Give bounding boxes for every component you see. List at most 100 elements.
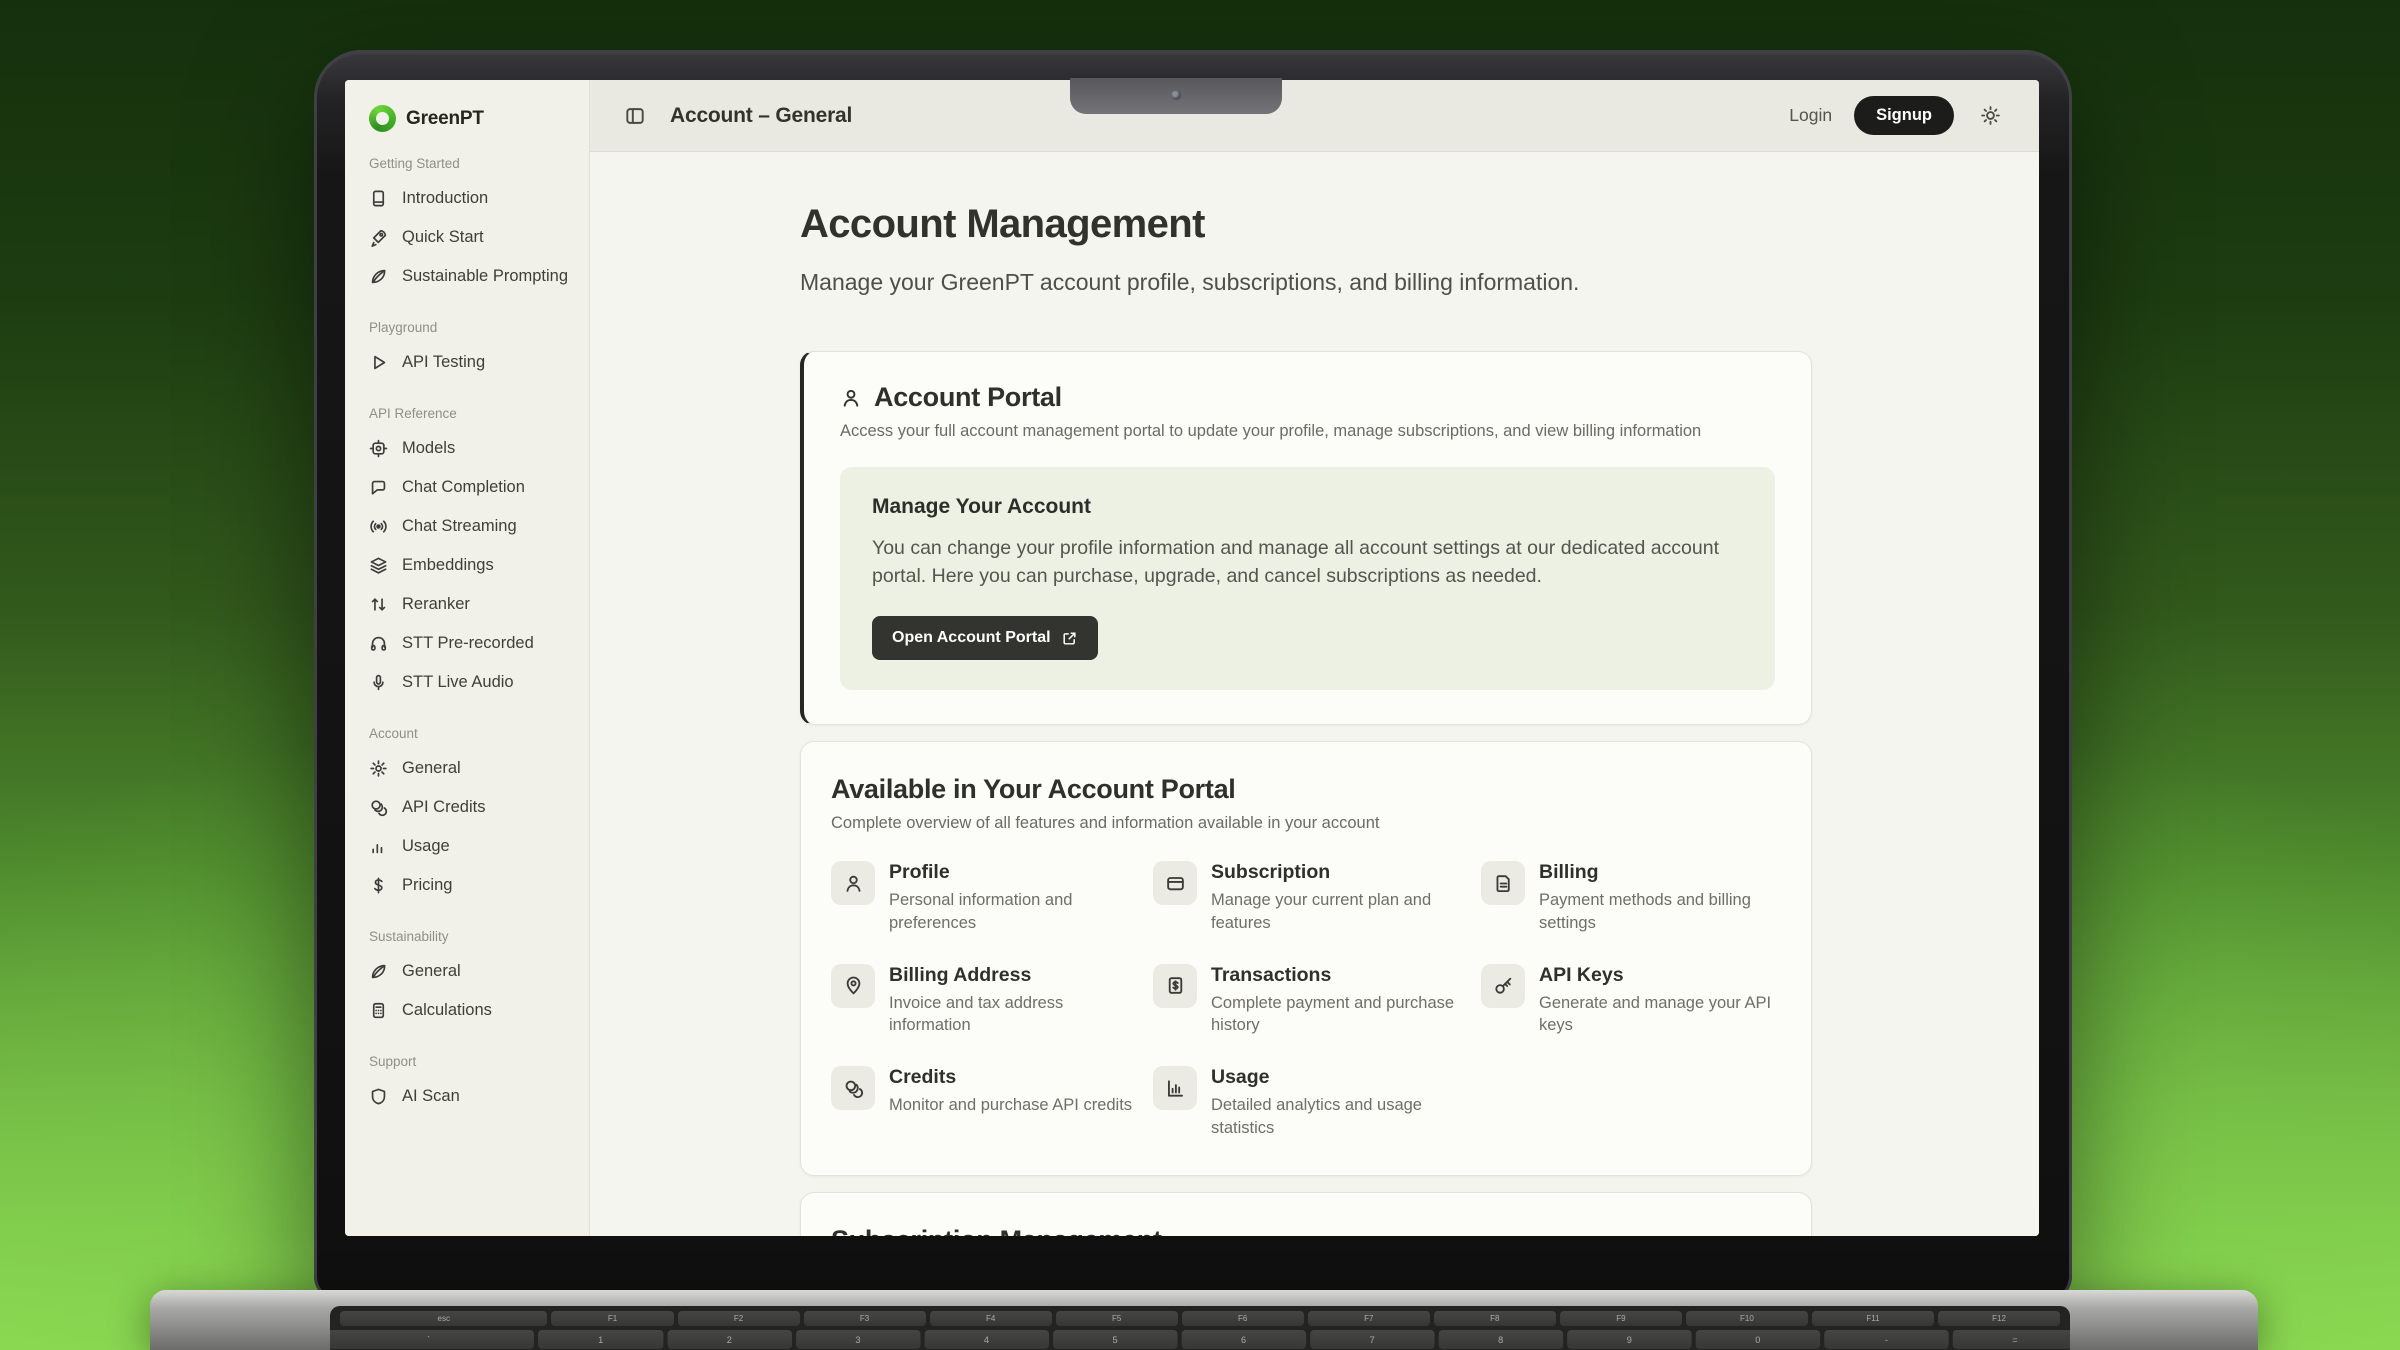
sidebar-item-label: General (402, 759, 461, 778)
feature-text: Subscription Manage your current plan and… (1211, 861, 1463, 934)
bars-icon (369, 837, 388, 856)
leaf-icon (369, 267, 388, 286)
feature-item-transactions: TransactionsComplete payment and purchas… (1153, 964, 1481, 1037)
keyboard-key: 8 (1438, 1330, 1562, 1349)
sidebar-item-introduction[interactable]: Introduction (369, 179, 579, 218)
account-portal-title: Account Portal (874, 382, 1062, 413)
sidebar-item-general[interactable]: General (369, 952, 579, 991)
keyboard-key: 4 (924, 1330, 1048, 1349)
sidebar-item-stt-pre-recorded[interactable]: STT Pre-recorded (369, 624, 579, 663)
sidebar-item-label: Sustainable Prompting (402, 267, 568, 286)
app-header: Account – General Login Signup (590, 80, 2039, 152)
gear-icon (369, 759, 388, 778)
sidebar-toggle-icon[interactable] (624, 105, 646, 127)
coins-icon (369, 798, 388, 817)
sidebar-item-ai-scan[interactable]: AI Scan (369, 1077, 579, 1116)
greenpt-logo-icon (369, 105, 396, 132)
manage-account-body: You can change your profile information … (872, 535, 1743, 590)
account-portal-subtitle: Access your full account management port… (840, 422, 1775, 441)
features-card: Available in Your Account Portal Complet… (800, 741, 1812, 1176)
headphones-icon (369, 634, 388, 653)
chat-icon (369, 478, 388, 497)
keyboard-key: 5 (1053, 1330, 1177, 1349)
feature-desc: Manage your current plan and features (1211, 889, 1463, 934)
feature-item-usage: Usage Detailed analytics and usage statis… (1153, 1066, 1481, 1139)
sidebar-item-reranker[interactable]: Reranker (369, 585, 579, 624)
sidebar-section-label: Support (369, 1054, 579, 1069)
keyboard-key: F4 (930, 1311, 1052, 1326)
keyboard-key: F10 (1686, 1311, 1808, 1326)
sidebar-section-api-reference: API ReferenceModelsChat CompletionChat S… (369, 406, 579, 702)
sidebar-item-quick-start[interactable]: Quick Start (369, 218, 579, 257)
page-subtitle: Manage your GreenPT account profile, sub… (800, 269, 1812, 296)
keyboard-key: F9 (1560, 1311, 1682, 1326)
manage-account-box: Manage Your Account You can change your … (840, 467, 1775, 690)
sidebar-item-api-credits[interactable]: API Credits (369, 788, 579, 827)
laptop-screen: GreenPT Getting StartedIntroductionQuick… (345, 80, 2039, 1236)
content-container: Account Management Manage your GreenPT a… (800, 202, 1812, 1236)
feature-text: CreditsMonitor and purchase API credits (889, 1066, 1132, 1116)
document-icon (1481, 861, 1525, 905)
keyboard-key: esc (340, 1311, 547, 1326)
sidebar-section-account: Account General API Credits Usage Pricing (369, 726, 579, 905)
theme-toggle-sun-icon[interactable] (1980, 105, 2001, 126)
sidebar-section-label: Account (369, 726, 579, 741)
chart-icon (1153, 1066, 1197, 1110)
sidebar-section-label: Playground (369, 320, 579, 335)
sidebar-item-label: STT Live Audio (402, 673, 514, 692)
login-link[interactable]: Login (1789, 105, 1832, 126)
sidebar-item-label: AI Scan (402, 1087, 460, 1106)
sidebar-section-getting-started: Getting Started IntroductionQuick Start Su… (369, 156, 579, 296)
sidebar-item-chat-completion[interactable]: Chat Completion (369, 468, 579, 507)
feature-text: Billing Payment methods and billing setti… (1539, 861, 1781, 934)
sidebar-section-sustainability: SustainabilityGeneralCalculations (369, 929, 579, 1030)
broadcast-icon (369, 517, 388, 536)
feature-desc: Payment methods and billing settings (1539, 889, 1781, 934)
keyboard-key: ` (330, 1330, 534, 1349)
sidebar-item-api-testing[interactable]: API Testing (369, 343, 579, 382)
page-title: Account Management (800, 202, 1812, 247)
sidebar-item-general[interactable]: General (369, 749, 579, 788)
sidebar-item-label: Usage (402, 837, 450, 856)
keyboard-key: 6 (1181, 1330, 1305, 1349)
sidebar-item-models[interactable]: Models (369, 429, 579, 468)
keyboard-key: F7 (1308, 1311, 1430, 1326)
feature-title: Subscription (1211, 861, 1463, 884)
keyboard-key: - (1824, 1330, 1948, 1349)
sidebar-item-stt-live-audio[interactable]: STT Live Audio (369, 663, 579, 702)
pin-icon (831, 964, 875, 1008)
sidebar-section-label: Getting Started (369, 156, 579, 171)
sidebar-item-label: Chat Completion (402, 478, 525, 497)
signup-button[interactable]: Signup (1854, 96, 1954, 135)
layers-icon (369, 556, 388, 575)
user-icon (840, 387, 862, 409)
keyboard-key: 1 (538, 1330, 662, 1349)
keyboard-key: 7 (1310, 1330, 1434, 1349)
sidebar-item-embeddings[interactable]: Embeddings (369, 546, 579, 585)
feature-desc: Detailed analytics and usage statistics (1211, 1094, 1463, 1139)
sidebar-item-calculations[interactable]: Calculations (369, 991, 579, 1030)
sidebar-item-pricing[interactable]: Pricing (369, 866, 579, 905)
sidebar-item-chat-streaming[interactable]: Chat Streaming (369, 507, 579, 546)
feature-item-billing: Billing Payment methods and billing setti… (1481, 861, 1781, 934)
chip-icon (369, 439, 388, 458)
sidebar-item-label: Pricing (402, 876, 452, 895)
sidebar-item-usage[interactable]: Usage (369, 827, 579, 866)
calculator-icon (369, 1001, 388, 1020)
feature-text: TransactionsComplete payment and purchas… (1211, 964, 1463, 1037)
feature-title: Billing (1539, 861, 1781, 884)
leaf-icon (369, 962, 388, 981)
feature-item-billing-address: Billing AddressInvoice and tax address i… (831, 964, 1153, 1037)
keyboard-key: F5 (1056, 1311, 1178, 1326)
book-icon (369, 189, 388, 208)
feature-desc: Complete payment and purchase history (1211, 992, 1463, 1037)
feature-title: Usage (1211, 1066, 1463, 1089)
keyboard-key: 3 (796, 1330, 920, 1349)
feature-desc: Invoice and tax address information (889, 992, 1141, 1037)
content-area: Account Management Manage your GreenPT a… (590, 152, 2039, 1236)
main-column: Account – General Login Signup Account M… (590, 80, 2039, 1236)
features-card-title: Available in Your Account Portal (831, 774, 1781, 805)
sidebar-item-sustainable-prompting[interactable]: Sustainable Prompting (369, 257, 579, 296)
open-account-portal-button[interactable]: Open Account Portal (872, 616, 1098, 660)
feature-item-subscription: Subscription Manage your current plan and… (1153, 861, 1481, 934)
